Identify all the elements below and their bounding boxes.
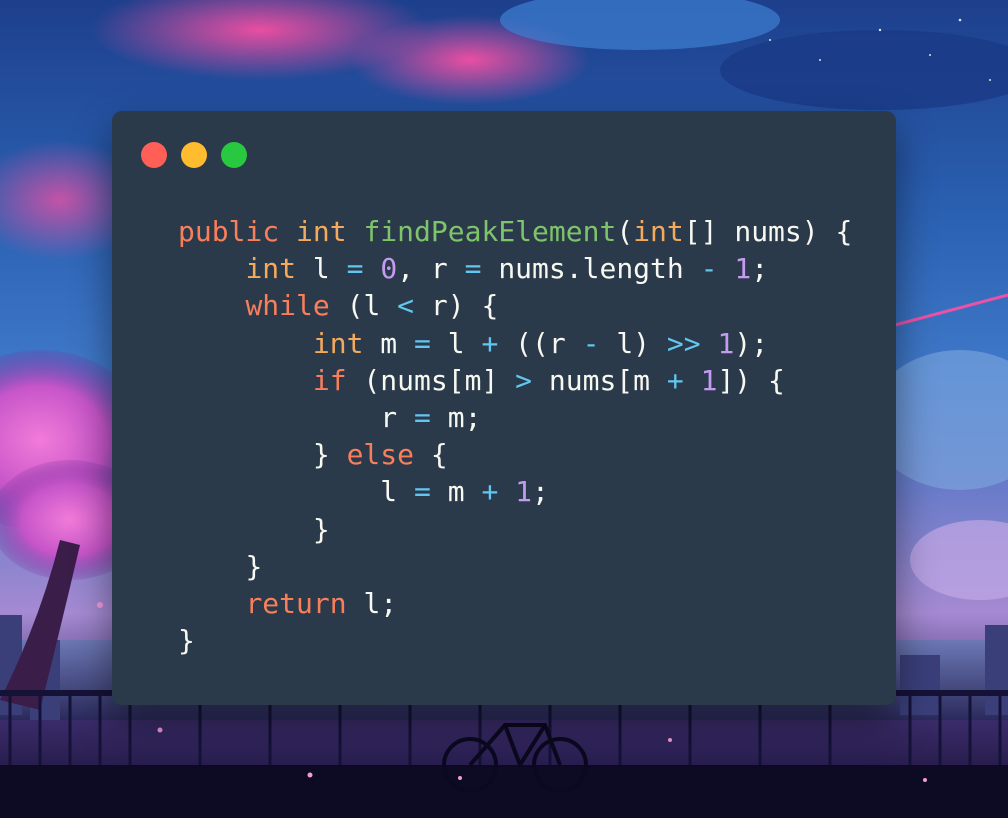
code-token: 1 [515,475,533,509]
code-line: } [178,622,852,659]
code-token: 0 [380,252,398,286]
code-token: [] nums) { [683,215,853,248]
close-window-button[interactable] [141,142,167,168]
code-token: findPeakElement [363,215,617,248]
code-token: (l [329,289,398,323]
code-token: { [414,438,448,472]
code-token: l; [346,586,398,620]
code-token: ); [734,326,769,360]
code-token: - [582,326,600,360]
code-line: int l = 0, r = nums.length - 1; [178,250,852,287]
code-token: if [312,363,347,397]
code-token: m [430,475,482,509]
code-line: } else { [178,436,852,473]
code-line: } [178,511,852,548]
code-token: (nums[m] [346,363,516,397]
code-block: public int findPeakElement(int[] nums) {… [178,213,852,659]
code-line: public int findPeakElement(int[] nums) { [178,213,852,250]
minimize-window-button[interactable] [181,142,207,168]
code-token: while [245,289,330,323]
code-line: l = m + 1; [178,473,852,510]
code-token: > [515,363,533,397]
code-token: >> [666,326,701,360]
code-token: = [346,252,364,286]
code-token: + [666,363,684,397]
code-token: = [414,475,431,509]
code-token: ; [532,475,549,509]
code-token: else [346,438,415,472]
code-token: 1 [717,326,735,360]
code-token: l [380,475,415,509]
code-token: = [414,400,431,434]
code-token: nums.length [481,252,701,286]
code-token: ( [616,215,634,248]
code-token: m [363,326,415,360]
code-token: l [296,252,347,286]
code-token: int [245,252,297,286]
code-token: } [245,549,263,583]
code-line: r = m; [178,399,852,436]
code-token: , r [397,252,465,286]
code-token: r [380,400,415,434]
code-token: 1 [734,252,752,286]
code-token: 1 [700,363,718,397]
code-token: return [245,586,347,620]
code-token: l) [599,326,667,360]
code-line: if (nums[m] > nums[m + 1]) { [178,362,852,399]
code-token: < [397,289,415,323]
code-token: - [700,252,718,286]
code-token: } [178,624,195,658]
code-line: while (l < r) { [178,287,852,324]
code-token: = [464,252,482,286]
code-token: } [312,512,330,546]
code-token: l [430,326,482,360]
code-token: m; [430,400,482,434]
code-token: r) { [414,289,499,323]
zoom-window-button[interactable] [221,142,247,168]
code-token: + [481,326,499,360]
code-token: + [481,475,499,509]
code-line: return l; [178,585,852,622]
code-token: int [296,215,347,248]
code-token: int [633,215,684,248]
code-token: nums[m [532,363,667,397]
code-token: ]) { [717,363,785,397]
code-token: int [312,326,364,360]
code-token: = [414,326,431,360]
code-window: public int findPeakElement(int[] nums) {… [112,111,896,705]
code-token: ((r [498,326,583,360]
code-token: public [178,215,280,248]
code-line: int m = l + ((r - l) >> 1); [178,325,852,362]
code-token: ; [751,252,769,286]
code-line: } [178,548,852,585]
code-token: } [312,438,347,472]
